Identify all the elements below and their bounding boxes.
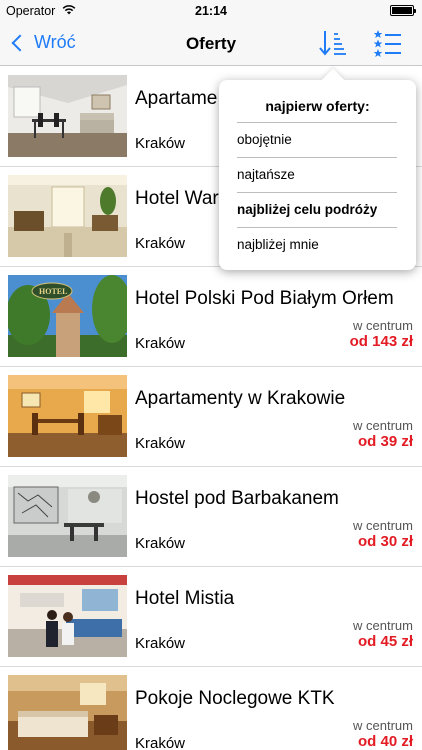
battery-icon — [390, 5, 416, 16]
offer-city: Kraków — [135, 335, 186, 352]
offer-name: Hotel Mistia — [135, 588, 235, 609]
sort-order-icon[interactable] — [317, 28, 349, 58]
offer-thumbnail: HOTEL — [8, 275, 127, 357]
navigation-bar: Wróć Oferty — [0, 22, 422, 66]
offer-location: w centrum — [353, 618, 413, 633]
offer-location: w centrum — [353, 418, 413, 433]
offer-city: Kraków — [135, 635, 186, 652]
offer-thumbnail — [8, 675, 127, 750]
offer-city: Kraków — [135, 135, 186, 152]
status-time: 21:14 — [195, 4, 227, 18]
offer-name: Hostel pod Barbakanem — [135, 488, 339, 509]
offer-name: Hotel Polski Pod Białym Orłem — [135, 288, 394, 309]
offer-row[interactable]: Hostel pod Barbakanem Kraków w centrum o… — [0, 467, 422, 567]
svg-text:HOTEL: HOTEL — [39, 287, 67, 296]
offer-city: Kraków — [135, 235, 186, 252]
offer-price: od 30 zł — [357, 533, 413, 550]
offer-thumbnail — [8, 375, 127, 457]
offer-thumbnail — [8, 575, 127, 657]
offer-city: Kraków — [135, 735, 186, 750]
sort-option-nearest-me[interactable]: najbliżej mnie — [237, 227, 397, 261]
offer-thumbnail — [8, 175, 127, 257]
offer-row[interactable]: Hotel Mistia Kraków w centrum od 45 zł — [0, 567, 422, 667]
offer-row[interactable]: HOTEL Hotel Polski Pod Białym Orłem Krak… — [0, 267, 422, 367]
offer-location: w centrum — [353, 318, 413, 333]
offer-price: od 45 zł — [357, 633, 413, 650]
offer-thumbnail — [8, 75, 127, 157]
sort-popover-header: najpierw oferty: — [265, 98, 370, 114]
offer-city: Kraków — [135, 435, 186, 452]
sort-popover: najpierw oferty: obojętnie najtańsze naj… — [219, 68, 416, 270]
sort-option-cheapest[interactable]: najtańsze — [237, 157, 397, 191]
sort-option-nearest-destination[interactable]: najbliżej celu podróży — [237, 192, 397, 226]
offer-name: Apartame — [135, 88, 218, 109]
offer-price: od 143 zł — [349, 333, 413, 350]
filter-list-icon[interactable] — [372, 28, 404, 58]
sort-option-any[interactable]: obojętnie — [237, 122, 397, 156]
offer-name: Apartamenty w Krakowie — [135, 388, 346, 409]
offer-price: od 39 zł — [357, 433, 413, 450]
offer-price: od 40 zł — [357, 733, 413, 750]
offer-location: w centrum — [353, 718, 413, 733]
offer-row[interactable]: Pokoje Noclegowe KTK Kraków w centrum od… — [0, 667, 422, 750]
offer-city: Kraków — [135, 535, 186, 552]
offer-name: Pokoje Noclegowe KTK — [135, 688, 335, 709]
status-bar: Operator 21:14 — [0, 0, 422, 22]
offer-location: w centrum — [353, 518, 413, 533]
offer-row[interactable]: Apartamenty w Krakowie Kraków w centrum … — [0, 367, 422, 467]
offer-thumbnail — [8, 475, 127, 557]
page-title: Oferty — [185, 34, 237, 53]
offer-name: Hotel War — [135, 188, 219, 209]
